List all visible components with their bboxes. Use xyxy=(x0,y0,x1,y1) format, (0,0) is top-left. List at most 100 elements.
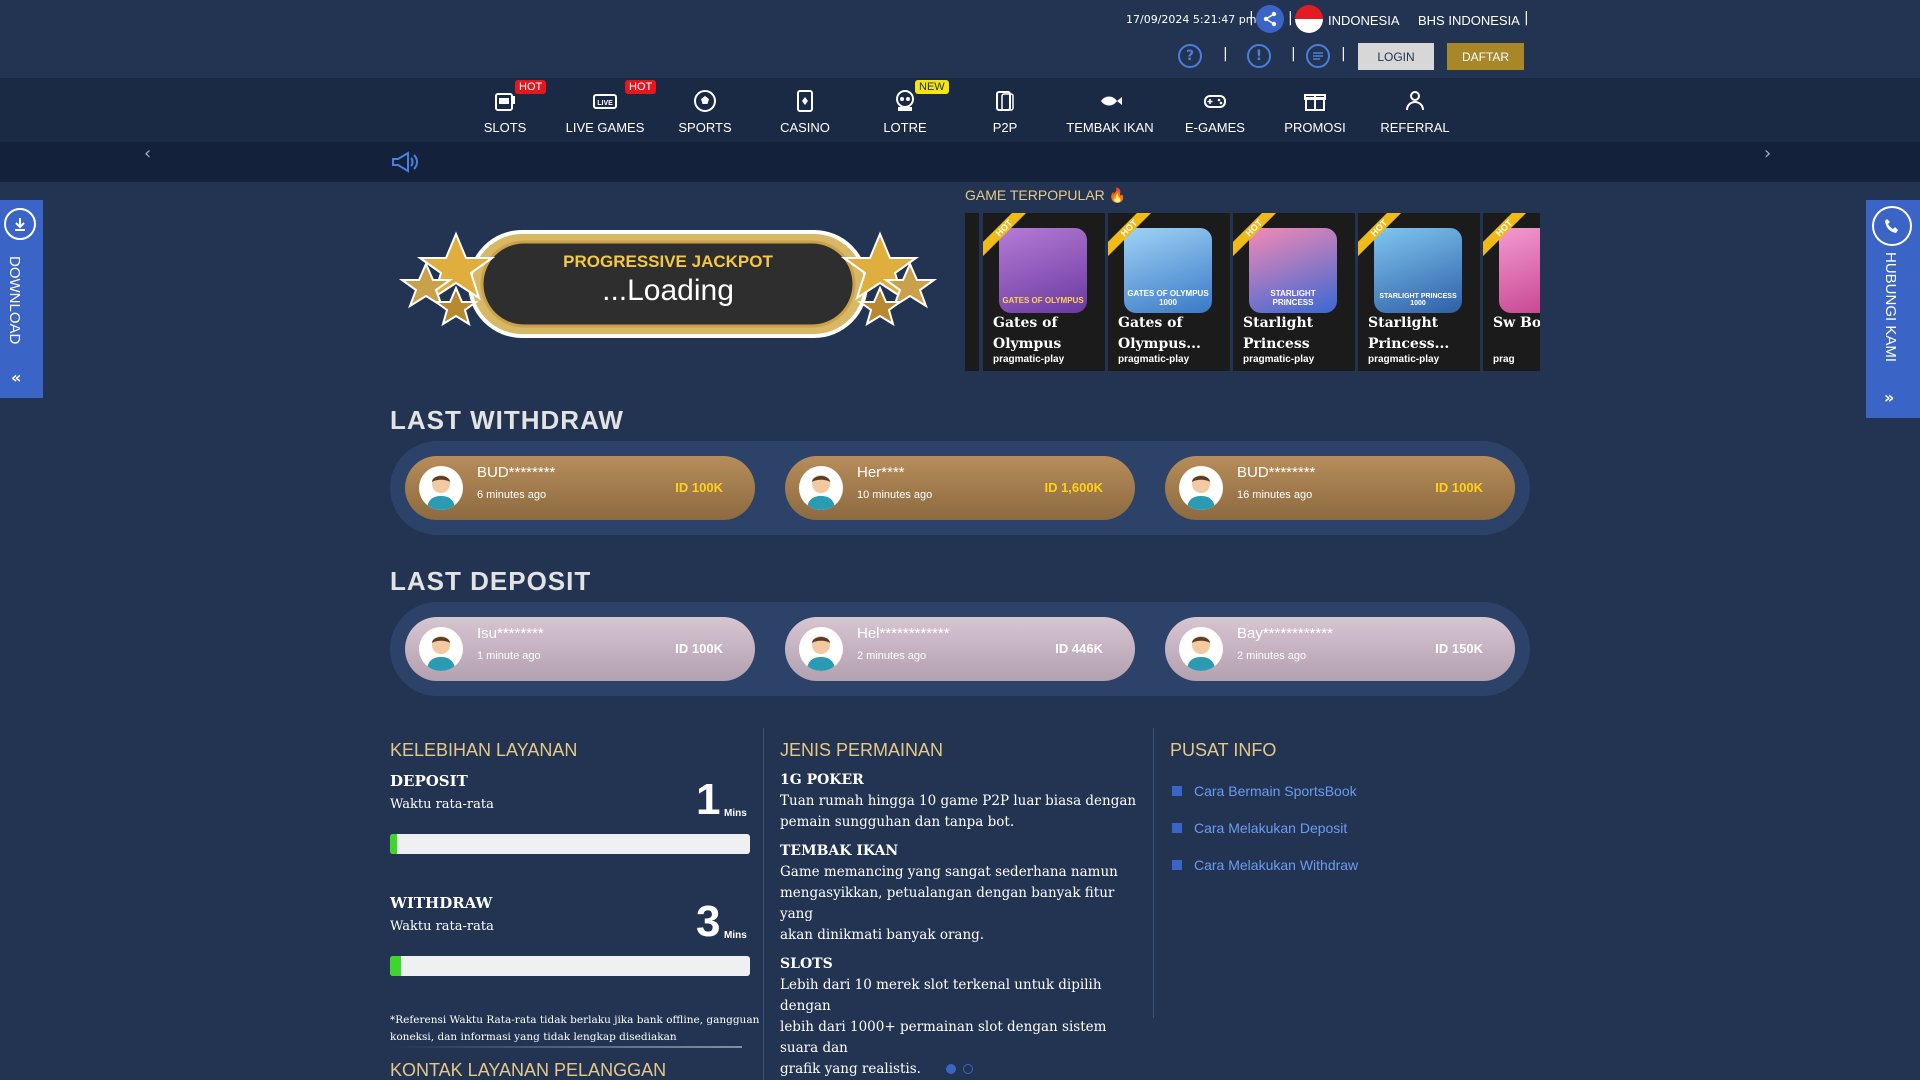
bullet-square-icon xyxy=(1172,822,1182,833)
language-label[interactable]: BHS INDONESIA xyxy=(1418,13,1520,28)
game-card[interactable] xyxy=(965,213,979,371)
game-type-line: Tuan rumah hingga 10 game P2P luar biasa… xyxy=(780,793,1137,809)
phone-icon xyxy=(1872,206,1912,246)
withdraw-speed-unit: Mins xyxy=(724,930,747,941)
deposit-speed-value: 1 xyxy=(696,775,721,824)
nav-item-live-games[interactable]: LIVE HOT LIVE GAMES xyxy=(560,78,657,142)
popular-games-title: GAME TERPOPULAR 🔥 xyxy=(965,187,1126,204)
withdraw-speed-fill xyxy=(390,956,401,976)
download-tab[interactable]: DOWNLOAD « xyxy=(0,200,43,398)
withdraw-time: 16 minutes ago xyxy=(1237,489,1313,501)
withdraw-user: BUD******** xyxy=(1237,464,1316,481)
game-types-list: 1G POKER Tuan rumah hingga 10 game P2P l… xyxy=(780,772,1145,1080)
carousel-dot-active[interactable] xyxy=(946,1064,956,1074)
deposit-amount: ID 100K xyxy=(675,641,723,656)
nav-item-sports[interactable]: SPORTS xyxy=(660,78,750,142)
nav-item-slots[interactable]: HOT SLOTS xyxy=(460,78,550,142)
note-divider xyxy=(390,1046,742,1048)
double-chevron-left-icon: « xyxy=(11,368,22,387)
deposit-card: Hel************ 2 minutes ago ID 446K xyxy=(785,617,1135,681)
gamepad-icon xyxy=(1204,95,1226,108)
hot-ribbon: HOT xyxy=(1483,213,1533,263)
hot-ribbon: HOT xyxy=(1108,213,1158,263)
nav-item-tembak-ikan[interactable]: TEMBAK IKAN xyxy=(1065,78,1155,142)
bullet-square-icon xyxy=(1172,859,1182,870)
avatar xyxy=(419,466,463,510)
column-divider xyxy=(763,728,764,1080)
deposit-user: Isu******** xyxy=(477,625,544,642)
hot-ribbon: HOT xyxy=(983,213,1033,263)
game-card[interactable]: GATES OF OLYMPUS 1000 HOT Gates of Olymp… xyxy=(1108,213,1230,371)
announcement-bar xyxy=(0,142,1920,182)
info-link-item[interactable]: Cara Melakukan Withdraw xyxy=(1172,846,1358,883)
deposit-amount: ID 150K xyxy=(1435,641,1483,656)
nav-item-casino[interactable]: CASINO xyxy=(760,78,850,142)
nav-item-referral[interactable]: REFERRAL xyxy=(1370,78,1460,142)
help-icon[interactable]: ? xyxy=(1178,44,1202,68)
nav-label: PROMOSI xyxy=(1284,120,1346,135)
divider: | xyxy=(1223,46,1228,62)
indonesia-flag-icon[interactable] xyxy=(1295,5,1323,33)
chevron-left-icon[interactable]: ‹ xyxy=(144,143,151,164)
deposit-speed-unit: Mins xyxy=(724,808,747,819)
country-label[interactable]: INDONESIA xyxy=(1328,13,1400,28)
nav-label: P2P xyxy=(992,120,1018,135)
game-type-name: 1G POKER xyxy=(780,772,864,788)
hot-ribbon: HOT xyxy=(1358,213,1408,263)
game-name: Starlight Princess... xyxy=(1368,315,1450,352)
last-withdraw-title: LAST WITHDRAW xyxy=(390,405,624,435)
contact-tab[interactable]: HUBUNGI KAMI » xyxy=(1866,200,1920,418)
game-provider: pragmatic-play xyxy=(1368,354,1440,365)
carousel-dot[interactable] xyxy=(963,1064,973,1074)
progressive-jackpot: PROGRESSIVE JACKPOT ...Loading xyxy=(396,226,940,342)
nav-label: E-GAMES xyxy=(1185,120,1245,135)
login-button[interactable]: LOGIN xyxy=(1358,43,1434,70)
info-link[interactable]: Cara Melakukan Withdraw xyxy=(1194,857,1358,873)
chat-icon[interactable] xyxy=(1306,44,1330,68)
nav-label: CASINO xyxy=(780,120,830,135)
withdraw-amount: ID 100K xyxy=(675,480,723,495)
top-bar xyxy=(0,0,1920,78)
game-type-line: mengasyikkan, petualangan dengan banyak … xyxy=(780,885,1115,922)
info-link-item[interactable]: Cara Melakukan Deposit xyxy=(1172,809,1358,846)
avatar xyxy=(419,627,463,671)
nav-item-lotre[interactable]: NEW LOTRE xyxy=(860,78,950,142)
register-button[interactable]: DAFTAR xyxy=(1447,43,1524,70)
p2p-cards-icon xyxy=(996,91,1014,111)
datetime: 17/09/2024 5:21:47 pm xyxy=(1126,13,1257,26)
deposit-speed-bar xyxy=(390,834,750,854)
game-card[interactable]: STARLIGHT PRINCESS 1000 HOT Starlight Pr… xyxy=(1358,213,1480,371)
gift-icon xyxy=(1304,94,1326,111)
chevron-right-icon[interactable]: › xyxy=(1764,143,1771,164)
withdraw-time: 6 minutes ago xyxy=(477,489,547,501)
info-icon[interactable]: ! xyxy=(1247,44,1271,68)
cards-icon xyxy=(797,90,813,112)
svg-text:LIVE: LIVE xyxy=(597,100,613,107)
nav-item-promosi[interactable]: PROMOSI xyxy=(1270,78,1360,142)
referral-icon xyxy=(1406,91,1424,111)
nav-item-p2p[interactable]: P2P xyxy=(960,78,1050,142)
game-provider: prag xyxy=(1493,354,1515,365)
nav-item-e-games[interactable]: E-GAMES xyxy=(1170,78,1260,142)
game-type-line: pemain sungguhan dan tanpa bot. xyxy=(780,814,1015,830)
deposit-user: Bay************ xyxy=(1237,625,1333,642)
deposit-time: 2 minutes ago xyxy=(857,650,927,662)
share-icon[interactable] xyxy=(1256,5,1284,33)
divider: | xyxy=(1249,10,1254,26)
deposit-card: Isu******** 1 minute ago ID 100K xyxy=(405,617,755,681)
game-card[interactable]: STARLIGHT PRINCESS HOT Starlight Princes… xyxy=(1233,213,1355,371)
divider: | xyxy=(1524,10,1529,26)
divider: | xyxy=(1288,10,1293,26)
info-link[interactable]: Cara Melakukan Deposit xyxy=(1194,820,1347,836)
game-card[interactable]: HOT Sw Bo prag xyxy=(1483,213,1540,371)
popular-games-label: GAME TERPOPULAR xyxy=(965,187,1105,203)
info-link[interactable]: Cara Bermain SportsBook xyxy=(1194,783,1357,799)
game-name: Gates of Olympus... xyxy=(1118,315,1201,352)
info-link-item[interactable]: Cara Bermain SportsBook xyxy=(1172,772,1358,809)
game-card[interactable]: GATES OF OLYMPUS HOT Gates of Olympus pr… xyxy=(983,213,1105,371)
deposit-card: Bay************ 2 minutes ago ID 150K xyxy=(1165,617,1515,681)
game-types-title: JENIS PERMAINAN xyxy=(780,740,944,760)
avatar xyxy=(1179,466,1223,510)
avatar xyxy=(1179,627,1223,671)
withdraw-speed-value: 3 xyxy=(696,897,721,946)
